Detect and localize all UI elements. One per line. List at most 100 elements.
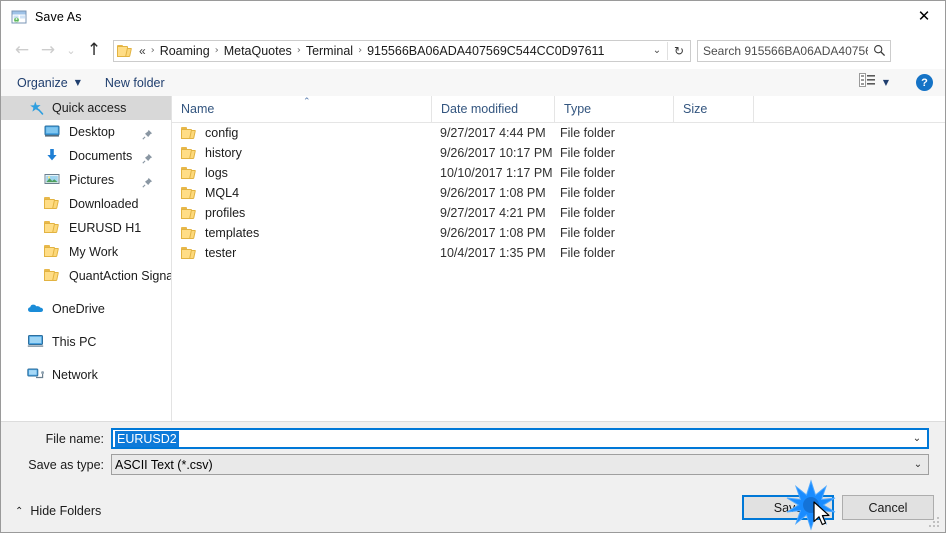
file-type-cell: File folder <box>560 126 615 140</box>
search-icon <box>868 44 890 57</box>
file-name-label: config <box>205 126 239 140</box>
column-header-size[interactable]: Size <box>673 96 753 122</box>
search-input[interactable]: Search 915566BA06ADA40756... <box>698 44 868 58</box>
table-row[interactable]: history 9/26/2017 10:17 PM File folder <box>172 143 945 163</box>
file-name-label: logs <box>205 166 228 180</box>
table-row[interactable]: profiles 9/27/2017 4:21 PM File folder <box>172 203 945 223</box>
refresh-button[interactable]: ↻ <box>668 44 690 58</box>
file-name-row: File name: EURUSD2 ⌄ <box>1 428 929 449</box>
folder-icon <box>181 146 197 160</box>
sidebar-item-downloaded[interactable]: Downloaded <box>1 192 171 216</box>
file-date-cell: 9/26/2017 1:08 PM <box>440 186 546 200</box>
breadcrumb-item-terminal-id[interactable]: 915566BA06ADA407569C544CC0D97611 <box>364 44 607 58</box>
title-bar: Save As ✕ <box>1 1 945 32</box>
table-row[interactable]: tester 10/4/2017 1:35 PM File folder <box>172 243 945 263</box>
file-type-cell: File folder <box>560 186 615 200</box>
file-rows: config 9/27/2017 4:44 PM File folder his… <box>172 123 945 263</box>
sidebar-item-this-pc[interactable]: This PC <box>1 330 171 354</box>
forward-button[interactable]: → <box>35 38 61 64</box>
save-button[interactable]: Save <box>742 495 834 520</box>
file-type-cell: File folder <box>560 246 615 260</box>
chevron-down-icon[interactable]: ⌄ <box>908 459 928 470</box>
new-folder-label: New folder <box>104 75 165 90</box>
address-dropdown-button[interactable]: ⌄ <box>647 45 667 56</box>
documents-download-icon <box>44 148 62 164</box>
breadcrumb-item-roaming[interactable]: Roaming <box>157 44 213 58</box>
file-name-cell: MQL4 <box>181 183 239 203</box>
pictures-icon <box>44 172 62 188</box>
back-button[interactable]: ← <box>9 38 35 64</box>
file-name-cell: config <box>181 123 238 143</box>
file-name-input[interactable]: EURUSD2 ⌄ <box>111 428 929 449</box>
help-label: ? <box>921 76 928 89</box>
chevron-down-icon[interactable]: ⌄ <box>907 433 927 444</box>
sidebar-item-label: This PC <box>52 335 97 349</box>
sidebar-item-label: Pictures <box>69 173 115 187</box>
sidebar-item-documents[interactable]: Documents <box>1 144 171 168</box>
sidebar-item-label: QuantAction Signal <box>69 269 171 283</box>
recent-locations-button[interactable]: ⌄ <box>61 38 81 64</box>
column-header-date-modified[interactable]: Date modified <box>431 96 554 122</box>
column-header-label: Type <box>564 102 592 116</box>
up-button[interactable]: ↑ <box>81 38 107 64</box>
table-row[interactable]: logs 10/10/2017 1:17 PM File folder <box>172 163 945 183</box>
table-row[interactable]: config 9/27/2017 4:44 PM File folder <box>172 123 945 143</box>
table-row[interactable]: templates 9/26/2017 1:08 PM File folder <box>172 223 945 243</box>
sidebar-item-eurusd-h1[interactable]: EURUSD H1 <box>1 216 171 240</box>
resize-grip[interactable] <box>929 517 941 529</box>
back-arrow-icon: ← <box>14 40 30 60</box>
save-as-dialog: Save As ✕ ← → ⌄ ↑ « › Roaming › MetaQuot… <box>0 0 946 533</box>
folder-icon <box>44 244 62 260</box>
pin-icon[interactable] <box>142 151 153 164</box>
close-icon: ✕ <box>917 7 931 25</box>
sidebar-item-pictures[interactable]: Pictures <box>1 168 171 192</box>
close-button[interactable]: ✕ <box>901 1 945 32</box>
breadcrumb-item-terminal[interactable]: Terminal <box>303 44 356 58</box>
sidebar-item-quantaction-signal[interactable]: QuantAction Signal <box>1 264 171 288</box>
folder-icon <box>181 206 197 220</box>
file-date-cell: 9/26/2017 10:17 PM <box>440 146 553 160</box>
column-header-type[interactable]: Type <box>554 96 673 122</box>
new-folder-button[interactable]: New folder <box>97 73 173 93</box>
chevron-down-icon: ⌄ <box>66 44 76 57</box>
column-header-name[interactable]: Name ⌃ <box>172 96 431 122</box>
change-view-button[interactable]: ▼ <box>854 70 894 95</box>
folder-icon <box>181 226 197 240</box>
sidebar-item-network[interactable]: Network <box>1 363 171 387</box>
navigation-bar: ← → ⌄ ↑ « › Roaming › MetaQuotes › Termi… <box>1 32 945 69</box>
hide-folders-button[interactable]: ⌃ Hide Folders <box>11 501 105 521</box>
column-header-label: Size <box>683 102 708 116</box>
breadcrumb-item-metaquotes[interactable]: MetaQuotes <box>221 44 295 58</box>
navigation-pane: Quick access Desktop Documents Pictures … <box>1 96 172 421</box>
file-date-cell: 9/27/2017 4:44 PM <box>440 126 546 140</box>
help-button[interactable]: ? <box>916 74 933 91</box>
sidebar-item-desktop[interactable]: Desktop <box>1 120 171 144</box>
file-name-label: MQL4 <box>205 186 240 200</box>
cancel-button[interactable]: Cancel <box>842 495 934 520</box>
breadcrumb-overflow[interactable]: « <box>136 44 149 58</box>
cancel-button-label: Cancel <box>868 500 908 515</box>
pin-icon[interactable] <box>142 175 153 188</box>
folder-icon <box>181 246 197 260</box>
save-as-type-row: Save as type: ASCII Text (*.csv) ⌄ <box>1 454 929 475</box>
window-title: Save As <box>35 9 82 24</box>
column-header-filler <box>753 96 945 122</box>
network-icon <box>27 367 45 383</box>
organize-label: Organize <box>17 75 68 90</box>
folder-icon <box>117 44 133 58</box>
sidebar-item-quick-access[interactable]: Quick access <box>1 96 171 120</box>
column-header-label: Name <box>181 102 215 116</box>
breadcrumb-separator: › <box>358 45 363 56</box>
organize-button[interactable]: Organize ▼ <box>9 73 89 93</box>
search-box[interactable]: Search 915566BA06ADA40756... <box>697 39 891 62</box>
address-bar[interactable]: « › Roaming › MetaQuotes › Terminal › 91… <box>113 39 691 62</box>
table-row[interactable]: MQL4 9/26/2017 1:08 PM File folder <box>172 183 945 203</box>
onedrive-cloud-icon <box>27 301 45 317</box>
sidebar-item-onedrive[interactable]: OneDrive <box>1 297 171 321</box>
breadcrumb: « › Roaming › MetaQuotes › Terminal › 91… <box>136 44 647 58</box>
command-toolbar: Organize ▼ New folder ▼ ? <box>1 69 945 97</box>
pin-icon[interactable] <box>142 127 153 140</box>
save-as-type-select[interactable]: ASCII Text (*.csv) ⌄ <box>111 454 929 475</box>
sidebar-item-my-work[interactable]: My Work <box>1 240 171 264</box>
sidebar-item-label: Network <box>52 368 98 382</box>
